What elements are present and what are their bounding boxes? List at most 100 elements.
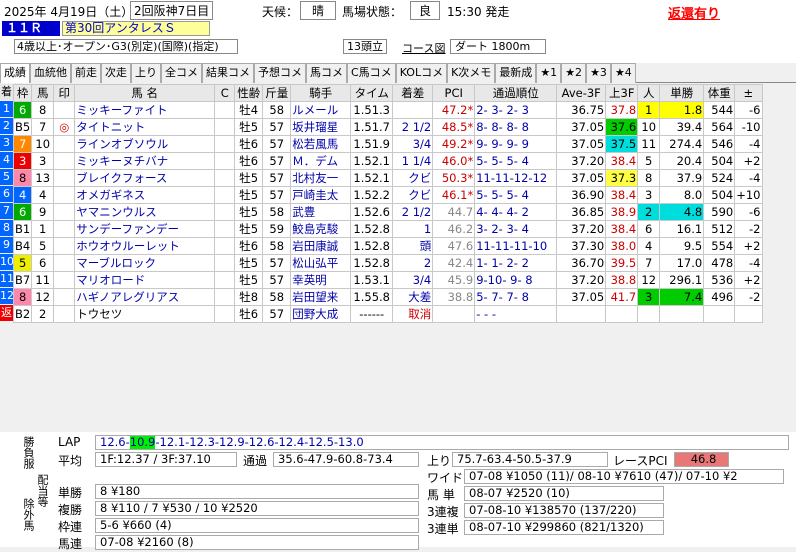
mark-cell	[53, 220, 76, 238]
agari-label: 上り	[427, 454, 452, 468]
body-weight: 504	[703, 152, 736, 170]
col-header[interactable]: 騎手	[290, 84, 352, 102]
last-3f: 37.8	[605, 101, 639, 119]
win-odds: 274.4	[659, 135, 705, 153]
table-row[interactable]: B4 5 ホウオウルーレット 牡6 58 岩田康誠 1.52.8 頭 47.6 11-11-11-…	[12, 237, 763, 255]
passing-label: 通過	[243, 454, 268, 468]
col-header[interactable]: 馬	[31, 84, 55, 102]
table-row[interactable]: B5 7 ◎ タイトニット 牡5 57 坂井瑠星 1.51.7 2 1/2 48.5* 8- 8- …	[12, 118, 763, 136]
rank-cell: 1	[0, 101, 13, 117]
tab-16[interactable]: ★4	[610, 63, 636, 83]
tab-9[interactable]: C馬コメ	[347, 63, 396, 83]
tab-0[interactable]: 成績	[0, 63, 30, 83]
weight-change: -4	[734, 135, 763, 153]
weight-change: -6	[734, 101, 763, 119]
tab-14[interactable]: ★2	[561, 63, 587, 83]
horse-number: 10	[31, 135, 55, 153]
table-row[interactable]: 6 8 ミッキーファイト 牡4 58 ルメール 1.51.3 47.2* 2- 3- 2- 33…	[12, 101, 763, 119]
silks-tab[interactable]: 勝負服	[20, 436, 36, 469]
table-row[interactable]: 4 4 オメガギネス 牡5 57 戸崎圭太 1.52.2 クビ 46.1* 5- 5- 5- 43…	[12, 186, 763, 204]
payout-label: 3連単	[427, 522, 459, 536]
sex-age: 牡8	[234, 288, 264, 306]
col-header[interactable]: 馬 名	[74, 84, 216, 102]
jockey-name: 松山弘平	[290, 254, 352, 272]
horse-name: タイトニット	[74, 118, 216, 136]
col-header[interactable]: PCI	[432, 84, 476, 102]
tab-2[interactable]: 前走	[71, 63, 101, 83]
payout-tab[interactable]: 配当等	[34, 474, 50, 507]
tab-4[interactable]: 上り	[131, 63, 161, 83]
col-header-rank[interactable]: 着	[0, 84, 13, 100]
ave-3f: 37.05	[556, 288, 607, 306]
col-header[interactable]: 枠	[12, 84, 33, 102]
tab-6[interactable]: 結果コメ	[202, 63, 254, 83]
col-header[interactable]: 単勝	[659, 84, 705, 102]
table-row[interactable]: 8 12 ハギノアレグリアス 牡8 58 岩田望来 1.55.8 大差 38.8 5- 7- 7-…	[12, 288, 763, 306]
col-header[interactable]: 性齢	[234, 84, 264, 102]
table-row[interactable]: 8 13 ブレイクフォース 牡5 57 北村友一 1.52.1 クビ 50.3* 11-11-12…	[12, 169, 763, 187]
mark-cell	[53, 101, 76, 119]
col-header[interactable]: 着差	[392, 84, 434, 102]
finish-time: 1.52.1	[350, 152, 394, 170]
tab-12[interactable]: 最新成	[495, 63, 537, 83]
table-row[interactable]: B1 1 サンデーファンデー 牡5 59 鮫島克駿 1.52.8 1 46.2 3- 2- 3- …	[12, 220, 763, 238]
table-row[interactable]: 6 9 ヤマニンウルス 牡5 58 武豊 1.52.6 2 1/2 44.7 4- 4- 4- 2…	[12, 203, 763, 221]
tab-7[interactable]: 予想コメ	[254, 63, 306, 83]
finish-time: 1.52.8	[350, 254, 394, 272]
col-header[interactable]: Ave-3F	[556, 84, 607, 102]
table-row[interactable]: 3 3 ミッキーヌチバナ 牡6 57 Ｍ．デム 1.52.1 1 1/4 46.0* 5- 5- …	[12, 152, 763, 170]
start-time: 15:30 発走	[447, 5, 510, 19]
col-header[interactable]: 上3F	[605, 84, 639, 102]
body-weight: 478	[703, 254, 736, 272]
tab-3[interactable]: 次走	[101, 63, 131, 83]
col-header[interactable]: ±	[734, 84, 763, 102]
tab-1[interactable]: 血統他	[30, 63, 71, 83]
table-row[interactable]: 7 10 ラインオブソウル 牡6 57 松若風馬 1.51.9 3/4 49.2* 9- 9- 9…	[12, 135, 763, 153]
jockey-name: 幸英明	[290, 271, 352, 289]
rank-cell: 返	[0, 305, 13, 321]
c-cell	[214, 254, 236, 272]
col-header[interactable]: 体重	[703, 84, 736, 102]
ave-3f: 37.20	[556, 271, 607, 289]
c-cell	[214, 305, 236, 323]
popularity: 8	[637, 169, 661, 187]
course-map-button[interactable]: コース図	[402, 40, 445, 56]
win-odds: 7.4	[659, 288, 705, 306]
tab-15[interactable]: ★3	[586, 63, 611, 83]
col-header[interactable]: タイム	[350, 84, 394, 102]
col-header[interactable]: 斤量	[262, 84, 292, 102]
body-weight: 496	[703, 288, 736, 306]
agari-value: 75.7-63.4-50.5-37.9	[452, 452, 608, 467]
table-row[interactable]: 5 6 マーブルロック 牡5 57 松山弘平 1.52.8 2 42.4 1- 1- 2- 2 36…	[12, 254, 763, 272]
excluded-tab[interactable]: 除外馬	[20, 498, 36, 531]
tab-5[interactable]: 全コメ	[161, 63, 202, 83]
col-header[interactable]: 人	[637, 84, 661, 102]
horse-name: マリオロード	[74, 271, 216, 289]
horse-name: トウセツ	[74, 305, 216, 323]
table-row[interactable]: B2 2 トウセツ 牡6 57 団野大成 ------ 取消 - - -	[12, 305, 763, 323]
tab-8[interactable]: 馬コメ	[306, 63, 347, 83]
pci-value: 48.5*	[432, 118, 476, 136]
last-3f: 37.3	[605, 169, 639, 187]
table-row[interactable]: B7 11 マリオロード 牡5 57 幸英明 1.53.1 3/4 45.9 9-10- 9- 8…	[12, 271, 763, 289]
col-header[interactable]: 通過順位	[474, 84, 558, 102]
lap-label: LAP	[58, 435, 81, 449]
col-header[interactable]: 印	[53, 84, 76, 102]
jockey-name: 松若風馬	[290, 135, 352, 153]
win-odds: 1.8	[659, 101, 705, 119]
passing-order: 5- 5- 5- 4	[474, 186, 558, 204]
horse-number: 12	[31, 288, 55, 306]
pci-value: 46.0*	[432, 152, 476, 170]
refund-link[interactable]: 返還有り	[668, 3, 720, 22]
tab-11[interactable]: K次メモ	[447, 63, 496, 83]
sex-age: 牡5	[234, 203, 264, 221]
tab-10[interactable]: KOLコメ	[395, 63, 448, 83]
horse-number: 3	[31, 152, 55, 170]
weight-carried: 59	[262, 220, 292, 238]
tab-13[interactable]: ★1	[536, 63, 562, 83]
c-cell	[214, 288, 236, 306]
win-odds: 296.1	[659, 271, 705, 289]
popularity: 10	[637, 118, 661, 136]
margin: 2 1/2	[392, 203, 434, 221]
col-header[interactable]: C	[214, 84, 236, 102]
